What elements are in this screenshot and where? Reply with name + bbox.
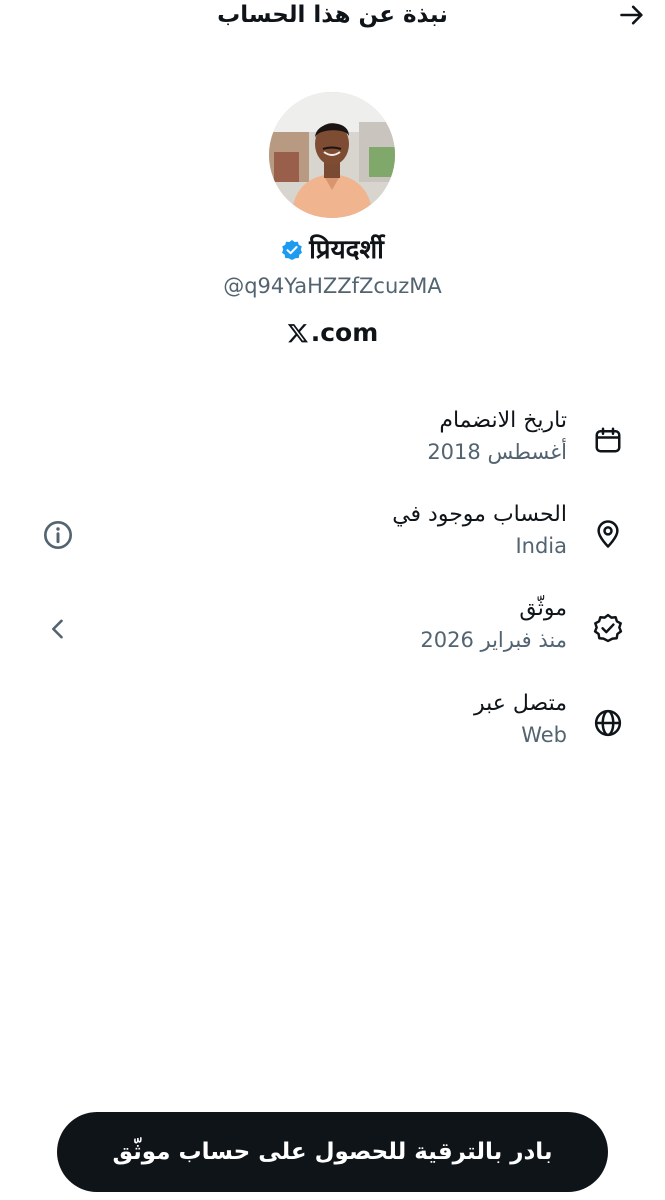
location-value: India [515, 534, 567, 558]
location-label: الحساب موجود في [392, 502, 567, 527]
website-text: .com [310, 318, 379, 347]
info-icon[interactable] [40, 517, 76, 553]
arrow-right-icon [618, 1, 646, 29]
info-row-join-date: تاريخ الانضمام أغسطس 2018 [0, 405, 665, 485]
verified-label: موثّق [519, 596, 567, 621]
avatar[interactable] [269, 92, 395, 218]
back-button[interactable] [617, 0, 647, 30]
connected-via-label: متصل عبر [473, 691, 567, 716]
x-logo-icon [287, 322, 309, 344]
top-bar: نبذة عن هذا الحساب [0, 0, 665, 40]
verified-text: موثّق منذ فبراير 2026 [420, 593, 567, 655]
globe-icon [591, 706, 625, 740]
calendar-icon [591, 423, 625, 457]
verified-value: منذ فبراير 2026 [420, 628, 567, 652]
verified-outline-icon [591, 611, 625, 645]
connected-via-value: Web [521, 723, 567, 747]
user-handle: @q94YaHZZfZcuzMA [223, 274, 442, 298]
website-link[interactable]: .com [0, 318, 665, 347]
info-row-verified[interactable]: موثّق منذ فبراير 2026 [0, 593, 665, 673]
location-text: الحساب موجود في India [392, 499, 567, 561]
page-title: نبذة عن هذا الحساب [217, 2, 448, 28]
join-date-text: تاريخ الانضمام أغسطس 2018 [427, 405, 567, 467]
info-row-location: الحساب موجود في India [0, 499, 665, 579]
display-name: प्रियदर्शी [309, 235, 384, 265]
chevron-left-icon[interactable] [40, 611, 76, 647]
name-row: प्रियदर्शी [0, 233, 665, 267]
upgrade-button[interactable]: بادر بالترقية للحصول على حساب موثّق [57, 1112, 608, 1192]
location-pin-icon [591, 517, 625, 551]
info-row-connected-via: متصل عبر Web [0, 688, 665, 768]
verified-badge-icon [281, 239, 303, 261]
join-date-value: أغسطس 2018 [427, 440, 567, 464]
join-date-label: تاريخ الانضمام [439, 408, 567, 433]
connected-via-text: متصل عبر Web [474, 688, 567, 750]
